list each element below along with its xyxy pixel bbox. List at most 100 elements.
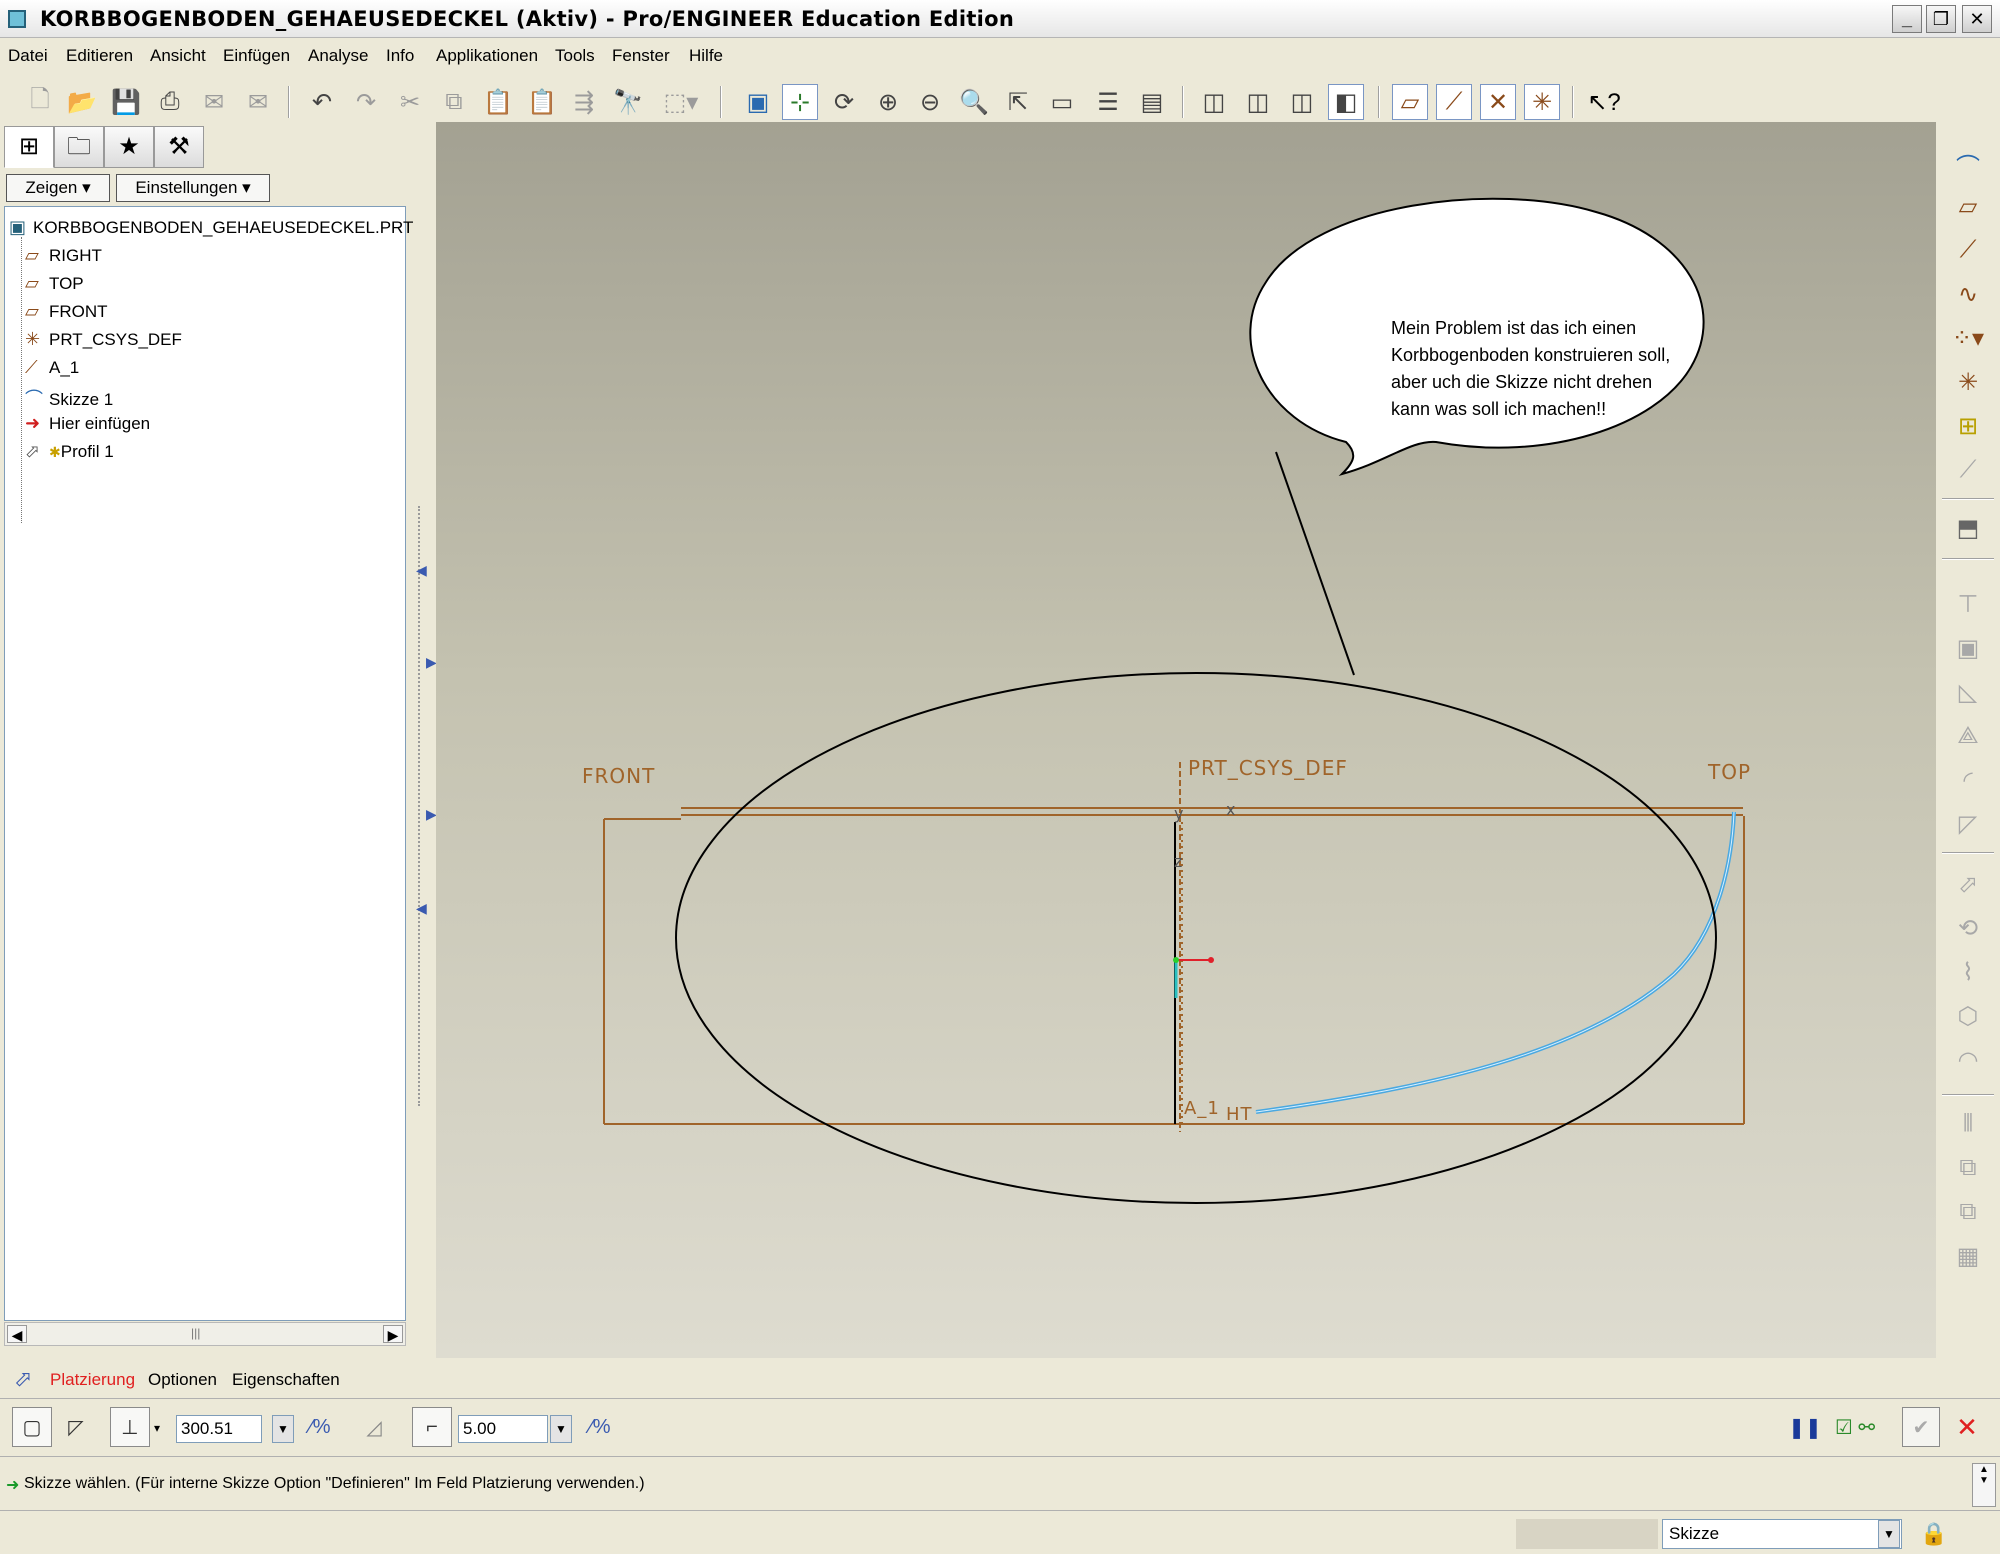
pattern-tool-icon[interactable]: ▦ <box>1950 1238 1986 1274</box>
favorites-tab-icon[interactable]: ★ <box>104 126 154 168</box>
orient-mode-icon[interactable]: ⟳ <box>826 84 862 120</box>
minimize-button[interactable]: _ <box>1892 5 1922 33</box>
undo-icon[interactable]: ↶ <box>304 84 340 120</box>
reorient-icon[interactable]: ⇱ <box>1000 84 1036 120</box>
datum-point-tool-icon[interactable]: ⁘▾ <box>1950 320 1986 356</box>
analysis-tool-icon[interactable]: ⊞ <box>1950 408 1986 444</box>
datum-planes-toggle-icon[interactable]: ▱ <box>1392 84 1428 120</box>
folder-browser-tab-icon[interactable]: 🗀 <box>54 126 104 168</box>
shell-tool-icon[interactable]: ▣ <box>1950 630 1986 666</box>
boundary-tool-icon[interactable]: ◠ <box>1950 1042 1986 1078</box>
message-scrollbar[interactable]: ▲ ▼ <box>1972 1463 1996 1507</box>
draft-tool-icon[interactable]: ⟁ <box>1950 718 1986 754</box>
maximize-button[interactable]: ❐ <box>1926 5 1956 33</box>
csys-toggle-icon[interactable]: ✳ <box>1524 84 1560 120</box>
scroll-right-icon[interactable]: ▶ <box>383 1325 403 1343</box>
regenerate-icon[interactable]: ⇶ <box>566 84 602 120</box>
model-tree-tab-icon[interactable]: ⊞ <box>4 126 54 168</box>
trim-tool-icon[interactable]: ⧉ <box>1950 1194 1986 1230</box>
graphics-window[interactable]: Mein Problem ist das ich einen Korbbogen… <box>436 122 1936 1358</box>
panel-splitter[interactable]: ◀ ▶ ▶ ◀ <box>414 126 437 1354</box>
chamfer-tool-icon[interactable]: ◸ <box>1950 806 1986 842</box>
thickness-dropdown-arrow-icon[interactable]: ▼ <box>550 1415 572 1443</box>
paste-special-icon[interactable]: 📋 <box>524 84 560 120</box>
thickness-input[interactable]: 5.00 <box>458 1415 548 1443</box>
selection-filter-select[interactable]: Skizze <box>1662 1519 1902 1549</box>
redo-icon[interactable]: ↷ <box>348 84 384 120</box>
layers-icon[interactable]: ☰ <box>1090 84 1126 120</box>
cut-icon[interactable]: ✂ <box>392 84 428 120</box>
tree-item-insert-here[interactable]: ➜ Hier einfügen <box>25 413 150 434</box>
hidden-line-icon[interactable]: ◫ <box>1240 84 1276 120</box>
zoom-out-icon[interactable]: ⊖ <box>912 84 948 120</box>
blend-tool-icon[interactable]: ⬡ <box>1950 998 1986 1034</box>
remove-material-icon[interactable]: ◿ <box>356 1407 392 1447</box>
menu-analyse[interactable]: Analyse <box>308 46 368 66</box>
menu-applikationen[interactable]: Applikationen <box>436 46 538 66</box>
menu-tools[interactable]: Tools <box>555 46 595 66</box>
refit-icon[interactable]: 🔍 <box>956 84 992 120</box>
saved-views-icon[interactable]: ▭ <box>1044 84 1080 120</box>
copy-geometry-icon[interactable]: ⬒ <box>1950 510 1986 546</box>
surface-option-icon[interactable]: ◸ <box>56 1407 96 1447</box>
repaint-icon[interactable]: ▣ <box>740 84 776 120</box>
paste-icon[interactable]: 📋 <box>480 84 516 120</box>
csys-tool-icon[interactable]: ✳ <box>1950 364 1986 400</box>
print-icon[interactable]: ⎙ <box>152 84 188 120</box>
copy-icon[interactable]: ⧉ <box>436 84 472 120</box>
tab-options[interactable]: Optionen <box>148 1370 217 1390</box>
menu-einfuegen[interactable]: Einfügen <box>223 46 290 66</box>
cancel-x-icon[interactable]: ✕ <box>1948 1407 1986 1447</box>
send-mail-icon[interactable]: ✉ <box>196 84 232 120</box>
depth-dropdown-arrow-icon[interactable]: ▼ <box>272 1415 294 1443</box>
wireframe-icon[interactable]: ◫ <box>1196 84 1232 120</box>
tree-item-front[interactable]: ▱ FRONT <box>25 301 108 322</box>
settings-dropdown-button[interactable]: Einstellungen ▾ <box>116 174 270 202</box>
datum-curve-tool-icon[interactable]: ∿ <box>1950 276 1986 312</box>
extrude-tool-icon[interactable]: ⬀ <box>1950 866 1986 902</box>
datum-axis-tool-icon[interactable]: ⟋ <box>1950 232 1986 268</box>
menu-editieren[interactable]: Editieren <box>66 46 133 66</box>
close-window-button[interactable]: ✕ <box>1962 5 1992 33</box>
tree-item-axis[interactable]: ⟋ A_1 <box>25 357 79 378</box>
send-link-icon[interactable]: ✉ <box>240 84 276 120</box>
spin-center-icon[interactable]: ⊹ <box>782 84 818 120</box>
find-icon[interactable]: 🔭 <box>610 84 646 120</box>
flip-thickness-icon[interactable]: ⁄% <box>582 1407 618 1447</box>
scroll-left-icon[interactable]: ◀ <box>7 1325 27 1343</box>
depth-input[interactable]: 300.51 <box>176 1415 262 1443</box>
menu-ansicht[interactable]: Ansicht <box>150 46 206 66</box>
save-icon[interactable]: 💾 <box>108 84 144 120</box>
tree-item-top[interactable]: ▱ TOP <box>25 273 84 294</box>
thicken-sketch-icon[interactable]: ⌐ <box>412 1407 452 1447</box>
menu-info[interactable]: Info <box>386 46 414 66</box>
open-file-icon[interactable]: 📂 <box>64 84 100 120</box>
view-manager-icon[interactable]: ▤ <box>1134 84 1170 120</box>
zoom-in-icon[interactable]: ⊕ <box>870 84 906 120</box>
tree-root[interactable]: ▣ KORBBOGENBODEN_GEHAEUSEDECKEL.PRT <box>9 217 413 238</box>
tree-item-csys[interactable]: ✳ PRT_CSYS_DEF <box>25 329 182 350</box>
rib-tool-icon[interactable]: ◺ <box>1950 674 1986 710</box>
sweep-tool-icon[interactable]: ⌇ <box>1950 954 1986 990</box>
menu-datei[interactable]: Datei <box>8 46 48 66</box>
round-tool-icon[interactable]: ◜ <box>1950 762 1986 798</box>
shading-icon[interactable]: ◧ <box>1328 84 1364 120</box>
depth-dropdown-icon[interactable]: ▾ <box>154 1421 160 1435</box>
selection-box-icon[interactable]: ⬚▾ <box>656 84 706 120</box>
merge-tool-icon[interactable]: ⧉ <box>1950 1150 1986 1186</box>
show-dropdown-button[interactable]: Zeigen ▾ <box>6 174 110 202</box>
filter-dropdown-arrow-icon[interactable]: ▼ <box>1878 1520 1900 1548</box>
tab-placement[interactable]: Platzierung <box>50 1370 135 1390</box>
collapse-left-icon[interactable]: ◀ <box>416 562 427 579</box>
sketch-tool-icon[interactable]: ⌒ <box>1950 146 1986 182</box>
whats-this-icon[interactable]: ↖? <box>1586 84 1622 120</box>
tree-item-profile[interactable]: ⬀ ✱Profil 1 <box>25 441 114 462</box>
menu-hilfe[interactable]: Hilfe <box>689 46 723 66</box>
mirror-tool-icon[interactable]: ⫴ <box>1950 1106 1986 1142</box>
no-hidden-icon[interactable]: ◫ <box>1284 84 1320 120</box>
flip-direction-icon[interactable]: ⁄% <box>302 1407 338 1447</box>
datum-points-toggle-icon[interactable]: ✕ <box>1480 84 1516 120</box>
revolve-tool-icon[interactable]: ⟲ <box>1950 910 1986 946</box>
pause-icon[interactable]: ❚❚ <box>1788 1407 1822 1447</box>
tree-item-sketch[interactable]: ⌒ Skizze 1 <box>25 385 113 411</box>
